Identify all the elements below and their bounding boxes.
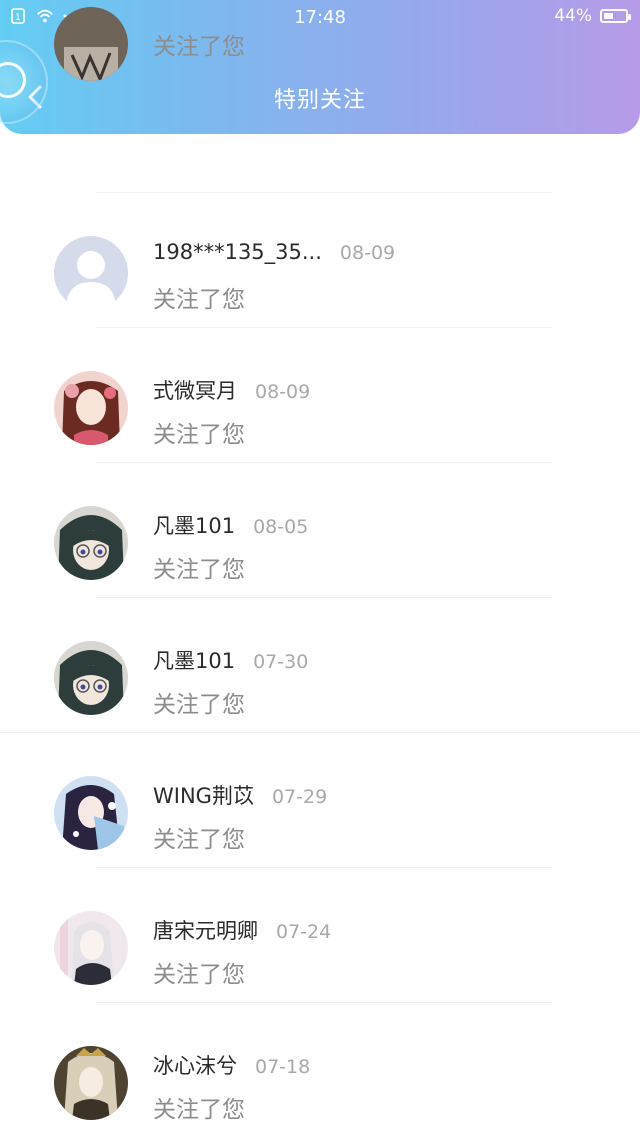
follow-action-text: 关注了您	[153, 827, 245, 853]
avatar[interactable]	[54, 641, 128, 715]
name-line: 198***135_35... 08-09	[153, 240, 395, 264]
name-line: 冰心沫兮 07-18	[153, 1050, 310, 1080]
avatar[interactable]	[54, 776, 128, 850]
name-line: 凡墨101 08-05	[153, 510, 308, 540]
divider	[0, 732, 640, 733]
follow-date: 07-29	[271, 786, 328, 808]
screen: 1 17:48 44% 特别关注 关注了您 198***135_35... 08…	[0, 0, 640, 1138]
avatar[interactable]	[54, 1046, 128, 1120]
avatar[interactable]	[54, 236, 128, 310]
follow-date: 08-05	[253, 516, 309, 538]
list-item[interactable]: WING荆苡 07-29 关注了您	[0, 740, 640, 875]
user-name[interactable]: 凡墨101	[153, 645, 235, 675]
follow-action-text: 关注了您	[153, 962, 245, 988]
list-item[interactable]: 唐宋元明卿 07-24 关注了您	[0, 875, 640, 1010]
follow-action-text: 关注了您	[153, 422, 245, 448]
user-name[interactable]: 198***135_35...	[153, 240, 322, 264]
follow-action-text: 关注了您	[153, 557, 245, 583]
follow-action-text: 关注了您	[153, 34, 245, 60]
user-name[interactable]: 式微冥月	[153, 375, 237, 405]
user-name[interactable]: 冰心沫兮	[153, 1050, 237, 1080]
name-line: WING荆苡 07-29	[153, 780, 327, 810]
follow-date: 08-09	[255, 381, 311, 403]
follow-action-text: 关注了您	[153, 692, 245, 718]
follow-date: 08-09	[339, 242, 396, 264]
divider	[96, 462, 552, 463]
user-name[interactable]: WING荆苡	[153, 780, 254, 810]
follow-date: 07-24	[276, 921, 332, 943]
follow-date: 07-18	[255, 1056, 311, 1078]
list-item[interactable]: 关注了您	[0, 7, 640, 148]
divider	[96, 867, 552, 868]
name-line: 唐宋元明卿 07-24	[153, 915, 331, 945]
divider	[96, 1002, 552, 1003]
list-item[interactable]: 冰心沫兮 07-18 关注了您	[0, 1010, 640, 1138]
follow-action-text: 关注了您	[153, 287, 245, 313]
list-item[interactable]: 198***135_35... 08-09 关注了您	[0, 200, 640, 335]
list-item[interactable]: 凡墨101 08-05 关注了您	[0, 470, 640, 605]
name-line: 凡墨101 07-30	[153, 645, 308, 675]
list-item[interactable]: 式微冥月 08-09 关注了您	[0, 335, 640, 470]
avatar[interactable]	[54, 911, 128, 985]
name-line: 式微冥月 08-09	[153, 375, 310, 405]
avatar[interactable]	[54, 7, 128, 81]
follow-date: 07-30	[253, 651, 309, 673]
divider	[96, 327, 552, 328]
divider	[96, 192, 552, 193]
user-name[interactable]: 唐宋元明卿	[153, 915, 258, 945]
list-item[interactable]: 凡墨101 07-30 关注了您	[0, 605, 640, 740]
follow-action-text: 关注了您	[153, 1097, 245, 1123]
divider	[96, 597, 552, 598]
avatar[interactable]	[54, 506, 128, 580]
user-name[interactable]: 凡墨101	[153, 510, 235, 540]
avatar[interactable]	[54, 371, 128, 445]
